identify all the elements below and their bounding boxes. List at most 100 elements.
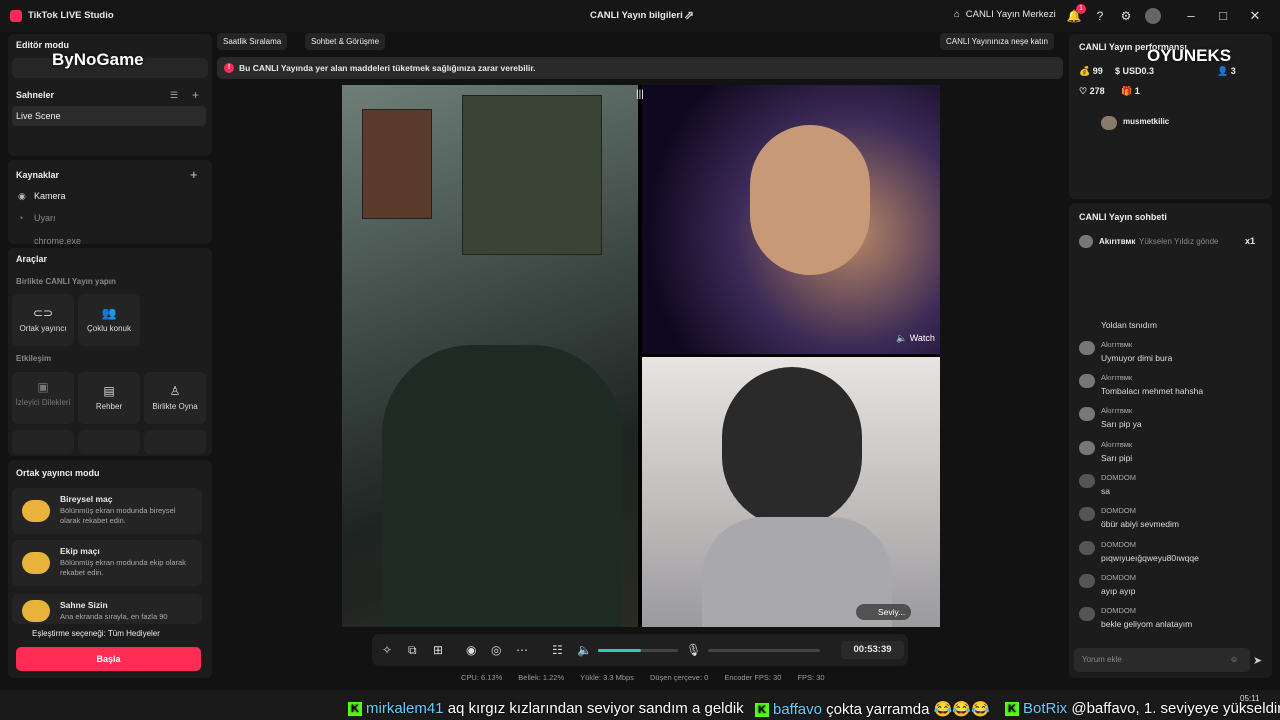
scenes-title: Sahneler	[16, 90, 55, 100]
cohost-button[interactable]: ⊂⊃ Ortak yayıncı	[12, 294, 74, 346]
guide-button[interactable]: ▤ Rehber	[78, 372, 140, 424]
bynogame-watermark: ByNoGame	[52, 50, 144, 69]
live-preview[interactable]: 🔈 Watch Seviy... |||	[342, 85, 940, 627]
likes-stat: ♡ 278	[1079, 86, 1105, 96]
users-icon: 👥	[101, 306, 117, 320]
solo-match-card[interactable]: Bireysel maç Bölünmüş ekran modunda birey…	[12, 488, 202, 534]
link-icon: ⊂⊃	[32, 306, 54, 320]
comment-input[interactable]: Yorum ekle ☺	[1074, 648, 1250, 672]
more-icon[interactable]: ⋯	[516, 643, 528, 657]
performance-panel: CANLI Yayın performansı OYUNEKS 💰 99 $ U…	[1069, 34, 1272, 199]
settings-sliders-icon[interactable]: ☷	[552, 643, 563, 657]
source-chrome[interactable]: chrome.exe	[34, 236, 81, 246]
avatar	[1079, 474, 1095, 488]
close-icon[interactable]: ✕	[1245, 8, 1265, 24]
avatar	[22, 552, 50, 574]
tool-extra-3[interactable]	[144, 430, 206, 454]
microphone-icon[interactable]: 🎙	[686, 643, 701, 657]
gifts-stat: 🎁 1	[1121, 86, 1140, 96]
chat-call-chip[interactable]: Sohbet & Görüşme	[305, 33, 386, 50]
host-video	[342, 85, 638, 627]
volume-fill	[598, 649, 642, 652]
gear-icon[interactable]: ⚙	[1118, 8, 1134, 24]
speaker-volume-slider[interactable]	[598, 649, 678, 652]
alert-icon: ◔	[18, 213, 24, 223]
fps-stat: FPS: 30	[797, 673, 825, 682]
live-info-title[interactable]: CANLI Yayın bilgileri ⇗	[590, 8, 694, 22]
poster-image	[362, 109, 432, 219]
stats-bar: CPU: 6.13% Bellek: 1.22% Yükle: 3.3 Mbps…	[461, 673, 825, 682]
home-icon: ⌂	[954, 9, 960, 20]
share-icon[interactable]: ⇗	[684, 8, 694, 22]
guest-video-1	[642, 85, 940, 354]
cohost-mode-panel: Ortak yayıncı modu Bireysel maç Bölünmüş …	[8, 460, 212, 678]
overlay-chat-2: Kbaffavo çokta yarramda 😂😂😂	[755, 700, 990, 718]
join-fun-chip[interactable]: CANLI Yayınınıza neşe katın	[940, 33, 1054, 50]
mic-volume-slider[interactable]	[708, 649, 820, 652]
notification-badge: 1	[1076, 4, 1086, 14]
avatar	[1079, 374, 1095, 388]
avatar[interactable]	[1145, 8, 1161, 24]
avatar	[1079, 341, 1095, 355]
editor-mode-label: Editör modu	[16, 40, 69, 50]
book-icon: ▤	[103, 384, 115, 398]
play-together-button[interactable]: ♙ Birlikte Oyna	[144, 372, 206, 424]
record-icon[interactable]: ◉	[466, 643, 476, 657]
multi-guest-button[interactable]: 👥 Çoklu konuk	[78, 294, 140, 346]
emoji-icon[interactable]: ☺	[1230, 648, 1238, 672]
title-bar: TikTok LIVE Studio CANLI Yayın bilgileri…	[0, 0, 1280, 32]
tool-extra-1[interactable]	[12, 430, 74, 454]
speaker-icon: 🔈	[896, 333, 910, 343]
warning-icon: !	[224, 63, 234, 73]
match-option-select[interactable]: Eşleştirme seçeneği: Tüm Hediyeler	[32, 629, 160, 638]
upload-stat: Yükle: 3.3 Mbps	[580, 673, 634, 682]
team-match-card[interactable]: Ekip maçı Bölünmüş ekran modunda ekip ola…	[12, 540, 202, 586]
memory-stat: Bellek: 1.22%	[518, 673, 565, 682]
live-center-link[interactable]: ⌂ CANLI Yayın Merkezi	[954, 9, 1056, 20]
poster-image	[462, 95, 602, 255]
gift-icon: ▣	[37, 380, 49, 394]
help-icon[interactable]: ?	[1092, 8, 1108, 24]
hourly-ranking-chip[interactable]: Saatlik Sıralama	[217, 33, 288, 50]
hijab-shape	[722, 367, 862, 527]
avatar	[1079, 441, 1095, 455]
avatar	[1079, 507, 1095, 521]
guest-name-badge[interactable]: Seviy...	[856, 604, 912, 620]
source-camera[interactable]: Kamera	[34, 191, 66, 201]
stage-card[interactable]: Sahne Sizin Ana ekranda sırayla, en fazla…	[12, 594, 202, 624]
list-icon[interactable]: ☰	[170, 90, 178, 101]
watch-label[interactable]: 🔈 Watch	[896, 333, 935, 344]
volume-icon[interactable]: 🔈	[577, 643, 592, 657]
control-bar: ✧ ⧉ ⊞ ◉ ◎ ⋯ ☷ 🔈 🎙 00:53:39	[372, 634, 908, 666]
tiktok-logo-icon	[10, 10, 22, 22]
maximize-icon[interactable]: □	[1213, 8, 1233, 23]
kick-icon: K	[348, 702, 362, 717]
cohost-mode-title: Ortak yayıncı modu	[16, 468, 100, 478]
screen-icon[interactable]: ⧉	[408, 643, 417, 658]
add-source-icon[interactable]: +	[190, 167, 198, 182]
kick-icon: K	[1005, 702, 1019, 717]
camera-switch-icon[interactable]: ◎	[491, 643, 501, 657]
drag-handle-icon[interactable]: |||	[636, 89, 644, 100]
start-button[interactable]: Başla	[16, 647, 201, 671]
magic-icon[interactable]: ✧	[382, 643, 392, 657]
app-title: TikTok LIVE Studio	[28, 10, 114, 21]
encoder-fps-stat: Encoder FPS: 30	[724, 673, 782, 682]
minimize-icon[interactable]: –	[1181, 8, 1201, 23]
source-alert[interactable]: Uyarı	[34, 213, 56, 223]
face-image	[750, 125, 870, 275]
kick-icon: K	[755, 703, 769, 718]
top-viewer-name[interactable]: musmetkilic	[1123, 117, 1169, 126]
add-scene-icon[interactable]: +	[192, 88, 199, 102]
scene-item[interactable]: Live Scene	[12, 106, 206, 126]
tool-extra-2[interactable]	[78, 430, 140, 454]
viewer-wishes-button[interactable]: ▣ İzleyici Dilekleri	[12, 372, 74, 424]
person-silhouette	[382, 345, 622, 627]
coins-stat: 💰 99	[1079, 66, 1103, 76]
editor-panel: Editör modu ByNoGame Sahneler ☰ + Live S…	[8, 34, 212, 156]
oyuneks-watermark: OYUNEKS	[1147, 46, 1232, 65]
send-icon[interactable]: ➤	[1253, 654, 1262, 667]
avatar	[1101, 116, 1117, 130]
sources-title: Kaynaklar	[16, 170, 60, 180]
layout-icon[interactable]: ⊞	[433, 643, 443, 657]
